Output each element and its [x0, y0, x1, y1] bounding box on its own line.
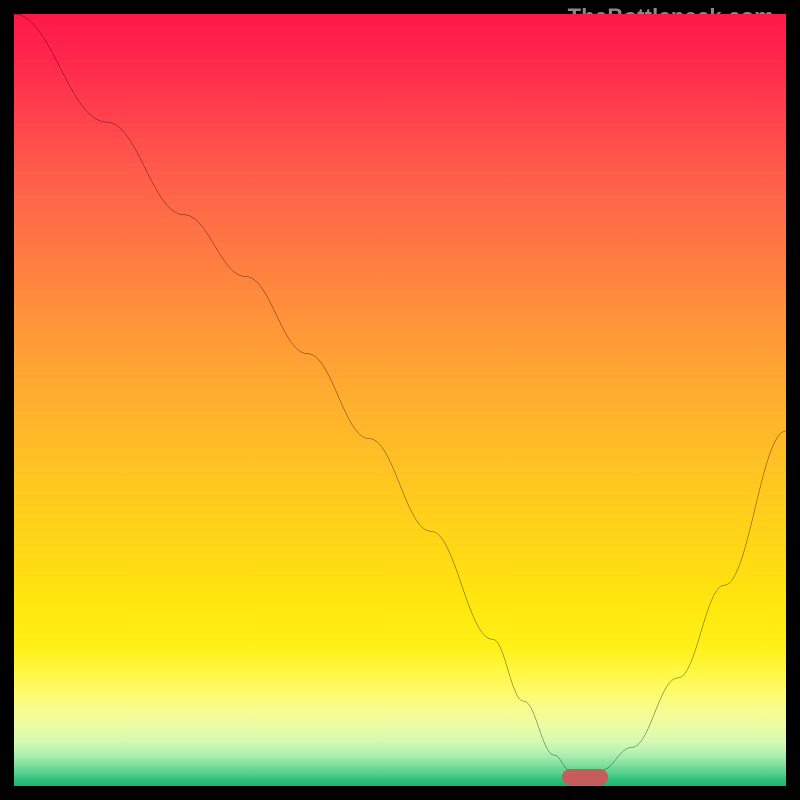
plot-background	[14, 14, 786, 786]
bottleneck-curve	[14, 14, 786, 786]
optimum-marker	[562, 769, 608, 785]
chart-frame: TheBottleneck.com	[0, 0, 800, 800]
